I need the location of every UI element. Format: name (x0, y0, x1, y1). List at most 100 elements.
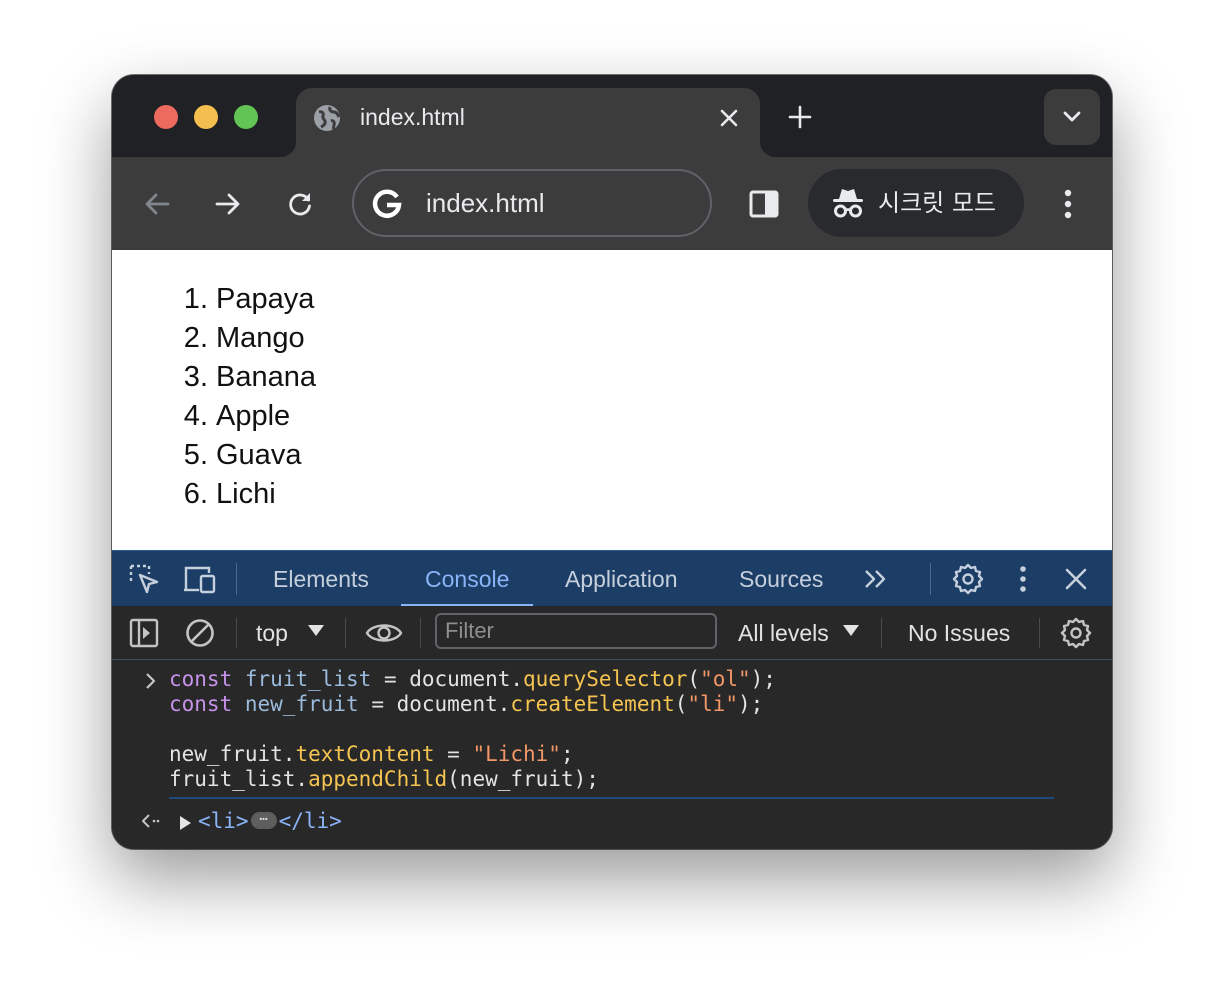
close-icon (720, 109, 738, 127)
issues-counter[interactable]: No Issues (908, 615, 1010, 651)
code-function: createElement (510, 692, 675, 716)
list-number: 1 (172, 280, 208, 319)
code-variable: new_fruit (244, 692, 359, 716)
list-number: 5 (172, 436, 208, 475)
list-number: 6 (172, 475, 208, 514)
back-button[interactable] (134, 181, 180, 227)
list-number: 3 (172, 358, 208, 397)
side-panel-button[interactable] (741, 181, 787, 227)
console-sidebar-button[interactable] (126, 615, 162, 651)
block-icon (186, 619, 214, 647)
filter-input-box[interactable] (435, 613, 717, 649)
divider (236, 563, 237, 595)
code-text: ( (687, 667, 701, 691)
new-tab-button[interactable] (780, 97, 820, 137)
expand-triangle-icon[interactable] (180, 816, 191, 830)
list-item-text: Guava (216, 439, 302, 471)
browser-window: index.html index.html 시크릿 모드 1 . Papaya … (112, 75, 1112, 849)
divider (420, 618, 421, 648)
code-function: querySelector (523, 667, 688, 691)
close-tab-button[interactable] (712, 101, 746, 135)
list-item: 2Mango (172, 319, 316, 358)
console-result[interactable]: <li>… </li> (198, 809, 342, 834)
close-icon (1065, 568, 1087, 590)
url-text: index.html (426, 188, 545, 218)
tab-console[interactable]: Console (400, 551, 534, 607)
close-devtools-button[interactable] (1058, 561, 1094, 597)
plus-icon (788, 105, 812, 129)
tab-search-button[interactable] (1044, 89, 1100, 145)
page-viewport: 1Papaya 2Mango 3Banana 4Apple 5Guava 6Li… (112, 250, 1112, 550)
tab-index-html[interactable]: index.html (280, 88, 776, 157)
forward-button[interactable] (205, 181, 251, 227)
tag-close: </li> (278, 809, 342, 833)
code-text: (new_fruit); (447, 767, 599, 791)
ellipsis-badge[interactable]: … (250, 809, 277, 829)
code-line: new_fruit.textContent = "Lichi"; (169, 742, 574, 767)
list-item-text: Lichi (216, 478, 276, 510)
eye-icon (365, 624, 403, 642)
tab-strip: index.html (112, 75, 1112, 157)
tab-application[interactable]: Application (565, 551, 678, 607)
tab-sources[interactable]: Sources (739, 551, 823, 607)
minimize-window-button[interactable] (194, 105, 218, 129)
device-toolbar-button[interactable] (182, 561, 218, 597)
code-text: = (434, 742, 473, 766)
code-string: "ol" (700, 667, 751, 691)
divider (236, 618, 237, 648)
incognito-icon (833, 189, 863, 218)
toolbar: index.html 시크릿 모드 (112, 157, 1112, 250)
devtools-tabbar: Elements Console Application Sources (112, 550, 1112, 607)
result-arrow-icon (142, 814, 160, 828)
console-settings-button[interactable] (1058, 615, 1094, 651)
device-mode-icon (184, 566, 216, 594)
double-chevron-right-icon (865, 570, 886, 588)
code-keyword: const (169, 667, 233, 691)
code-text: = document. (371, 667, 524, 691)
divider (345, 618, 346, 648)
tab-title: index.html (360, 104, 465, 130)
sidebar-toggle-icon (129, 618, 159, 648)
list-item: 6Lichi (172, 475, 316, 514)
address-bar[interactable]: index.html (352, 169, 712, 237)
gear-icon (1060, 617, 1092, 649)
list-item: 1Papaya (172, 280, 316, 319)
context-selector[interactable]: top (256, 615, 288, 651)
console-panel[interactable]: const fruit_list = document.querySelecto… (112, 660, 1112, 849)
filter-input[interactable] (437, 615, 715, 647)
tab-elements[interactable]: Elements (273, 551, 369, 607)
arrow-left-icon (145, 193, 170, 215)
browser-menu-button[interactable] (1045, 181, 1091, 227)
close-window-button[interactable] (154, 105, 178, 129)
globe-icon (314, 105, 341, 131)
gear-icon (952, 563, 984, 595)
code-property: textContent (295, 742, 435, 766)
fruit-list: 1Papaya 2Mango 3Banana 4Apple 5Guava 6Li… (172, 280, 316, 514)
code-line: const fruit_list = document.querySelecto… (169, 667, 776, 692)
console-toolbar: top All levels No Issues (112, 606, 1112, 660)
arrow-right-icon (215, 193, 240, 215)
devtools-settings-button[interactable] (950, 561, 986, 597)
divider (1039, 618, 1040, 648)
code-line: const new_fruit = document.createElement… (169, 692, 763, 717)
list-item: 3Banana (172, 358, 316, 397)
live-expression-button[interactable] (364, 615, 404, 651)
divider (881, 618, 882, 648)
list-item: 5Guava (172, 436, 316, 475)
code-function: appendChild (308, 767, 448, 791)
code-text: new_fruit. (169, 742, 296, 766)
zoom-window-button[interactable] (234, 105, 258, 129)
devtools-menu-button[interactable] (1005, 561, 1041, 597)
clear-console-button[interactable] (182, 615, 218, 651)
list-number: 4 (172, 397, 208, 436)
list-item-text: Mango (216, 322, 305, 354)
inspect-element-button[interactable] (126, 561, 162, 597)
more-vert-icon (1020, 566, 1026, 592)
command-divider (169, 797, 1054, 799)
reload-button[interactable] (277, 181, 323, 227)
reload-icon (289, 193, 311, 216)
list-item: 4Apple (172, 397, 316, 436)
log-levels-dropdown[interactable]: All levels (738, 615, 829, 651)
incognito-badge[interactable]: 시크릿 모드 (808, 169, 1024, 237)
more-tabs-button[interactable] (858, 561, 894, 597)
